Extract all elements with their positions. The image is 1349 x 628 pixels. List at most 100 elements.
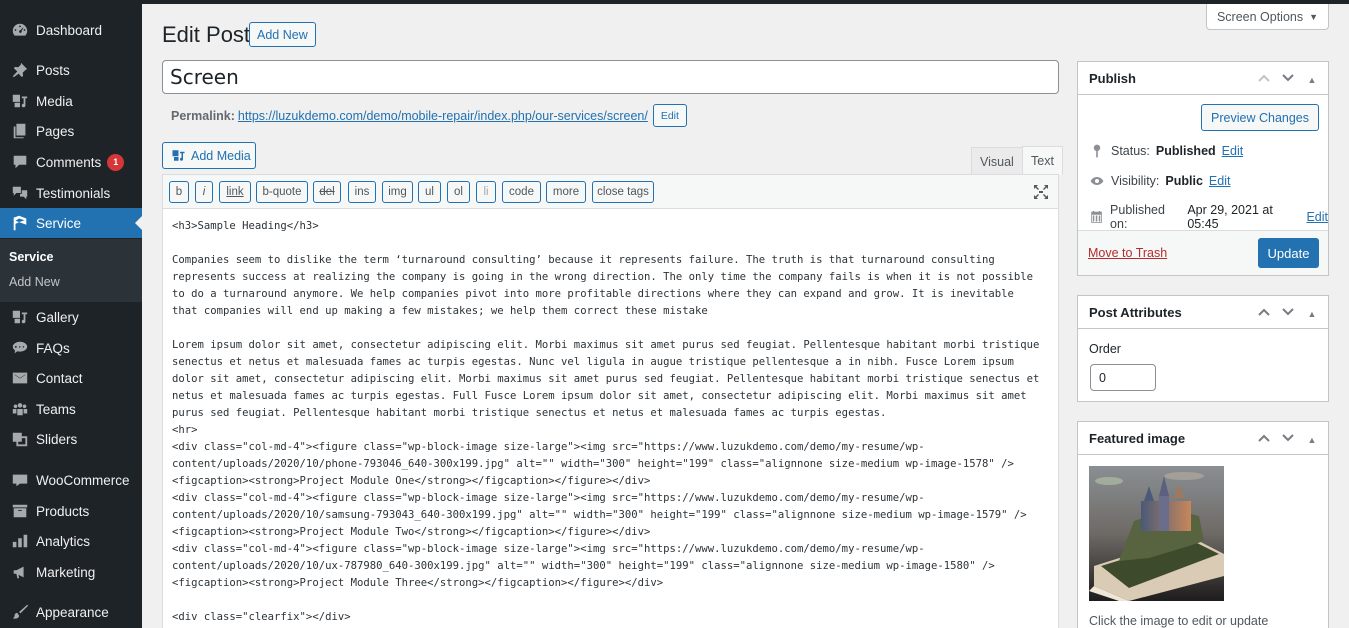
sidebar-item-label: Appearance <box>36 604 109 620</box>
sidebar-item-testimonials[interactable]: Testimonials <box>0 178 142 208</box>
faq-icon <box>0 339 36 357</box>
tab-text[interactable]: Text <box>1022 146 1063 175</box>
quicktag-bold-button[interactable]: b <box>169 181 189 203</box>
order-label: Order <box>1089 342 1121 356</box>
add-media-label: Add Media <box>191 148 251 163</box>
status-edit-link[interactable]: Edit <box>1222 144 1244 158</box>
quicktag-ol-button[interactable]: ol <box>447 181 470 203</box>
sidebar-item-posts[interactable]: Posts <box>0 55 142 85</box>
post-attributes-box: Post Attributes ▲ Order 0 <box>1077 295 1329 402</box>
fullscreen-icon[interactable] <box>1033 184 1049 200</box>
order-input[interactable]: 0 <box>1090 364 1156 391</box>
sidebar-item-teams[interactable]: Teams <box>0 394 142 424</box>
permalink-label: Permalink: <box>171 108 235 123</box>
quicktag-code-button[interactable]: code <box>502 181 541 203</box>
sidebar-item-faqs[interactable]: FAQs <box>0 333 142 363</box>
featured-image-thumbnail[interactable] <box>1089 466 1224 601</box>
visibility-value: Public <box>1165 174 1203 188</box>
brush-icon <box>0 603 36 621</box>
gallery-icon <box>0 308 36 326</box>
media-icon <box>0 92 36 110</box>
sidebar-item-label: Marketing <box>36 564 96 580</box>
sidebar-item-pages[interactable]: Pages <box>0 116 142 146</box>
move-to-trash-link[interactable]: Move to Trash <box>1088 246 1167 260</box>
move-up-icon[interactable] <box>1256 71 1272 88</box>
featured-image-box: Featured image ▲ Click the image to edit… <box>1077 421 1329 628</box>
bar-chart-icon <box>0 532 36 550</box>
sidebar-item-label: Products <box>36 503 90 519</box>
tab-visual[interactable]: Visual <box>971 147 1023 175</box>
slides-icon <box>0 430 36 448</box>
sidebar-item-label: Comments <box>36 154 102 170</box>
permalink-url-link[interactable]: https://luzukdemo.com/demo/mobile-repair… <box>238 109 648 123</box>
sidebar-item-service[interactable]: Service <box>0 208 142 238</box>
quicktag-ul-button[interactable]: ul <box>418 181 441 203</box>
permalink: Permalink: https://luzukdemo.com/demo/mo… <box>171 104 687 127</box>
sidebar-item-woocommerce[interactable]: WooCommerce <box>0 465 142 495</box>
groups-icon <box>0 400 36 418</box>
sidebar-item-label: Teams <box>36 401 76 417</box>
quicktags-toolbar: b i link b-quote del ins img ul ol li co… <box>163 175 1058 209</box>
move-down-icon[interactable] <box>1280 71 1296 88</box>
caret-down-icon: ▼ <box>1309 11 1319 22</box>
status-label: Status: <box>1111 144 1150 158</box>
publish-actions: Move to Trash Update <box>1078 230 1328 275</box>
quicktag-img-button[interactable]: img <box>382 181 413 203</box>
content-textarea[interactable]: <h3>Sample Heading</h3> Companies seem t… <box>163 209 1058 628</box>
sidebar-item-label: Media <box>36 93 73 109</box>
quicktag-more-button[interactable]: more <box>546 181 586 203</box>
screen-options-button[interactable]: Screen Options ▼ <box>1206 4 1329 30</box>
permalink-edit-button[interactable]: Edit <box>652 104 687 127</box>
published-on-edit-link[interactable]: Edit <box>1306 210 1328 224</box>
sidebar-item-label: Dashboard <box>36 22 103 38</box>
quicktag-close-tags-button[interactable]: close tags <box>592 181 654 203</box>
sidebar-item-analytics[interactable]: Analytics <box>0 526 142 556</box>
quicktag-link-button[interactable]: link <box>219 181 251 203</box>
visibility-edit-link[interactable]: Edit <box>1209 174 1231 188</box>
pin-icon <box>1093 144 1101 158</box>
sidebar-item-appearance[interactable]: Appearance <box>0 597 142 627</box>
quicktag-bquote-button[interactable]: b-quote <box>256 181 308 203</box>
quicktag-li-button[interactable]: li <box>476 181 496 203</box>
move-down-icon[interactable] <box>1280 305 1296 322</box>
pin-icon <box>0 61 36 79</box>
sidebar-item-marketing[interactable]: Marketing <box>0 557 142 587</box>
add-new-button[interactable]: Add New <box>249 22 316 47</box>
update-button[interactable]: Update <box>1258 238 1319 268</box>
visibility-label: Visibility: <box>1111 174 1160 188</box>
featured-image-caption: Click the image to edit or update <box>1089 614 1269 628</box>
quicktag-ins-button[interactable]: ins <box>348 181 376 203</box>
quicktag-italic-button[interactable]: i <box>195 181 213 203</box>
move-up-icon[interactable] <box>1256 431 1272 448</box>
publish-box-title: Publish <box>1089 70 1136 86</box>
sidebar-item-gallery[interactable]: Gallery <box>0 302 142 332</box>
quicktag-del-button[interactable]: del <box>313 181 341 203</box>
post-title-input[interactable]: Screen <box>162 60 1059 94</box>
publish-box: Publish ▲ Preview Changes Status: Publis… <box>1077 61 1329 276</box>
submenu-item-add-new[interactable]: Add New <box>9 275 60 289</box>
add-media-button[interactable]: Add Media <box>162 142 256 169</box>
pages-icon <box>0 122 36 140</box>
graduation-cap-icon <box>0 214 36 232</box>
sidebar-item-products[interactable]: Products <box>0 496 142 526</box>
testimonials-icon <box>0 184 36 202</box>
sidebar-item-dashboard[interactable]: Dashboard <box>0 15 142 45</box>
text-editor: b i link b-quote del ins img ul ol li co… <box>162 174 1059 628</box>
admin-sidebar: Dashboard Posts Media Pages Comments 1 T… <box>0 0 142 628</box>
visibility-row: Visibility: Public Edit <box>1089 173 1230 189</box>
preview-changes-button[interactable]: Preview Changes <box>1201 104 1319 131</box>
sidebar-item-label: Gallery <box>36 309 79 325</box>
sidebar-item-media[interactable]: Media <box>0 86 142 116</box>
toggle-panel-icon[interactable]: ▲ <box>1304 435 1320 445</box>
sidebar-item-label: FAQs <box>36 340 70 356</box>
post-attributes-title: Post Attributes <box>1089 304 1182 320</box>
sidebar-item-comments[interactable]: Comments 1 <box>0 147 142 177</box>
toggle-panel-icon[interactable]: ▲ <box>1304 75 1320 85</box>
sidebar-item-label: Sliders <box>36 431 78 447</box>
move-down-icon[interactable] <box>1280 431 1296 448</box>
sidebar-item-sliders[interactable]: Sliders <box>0 424 142 454</box>
move-up-icon[interactable] <box>1256 305 1272 322</box>
toggle-panel-icon[interactable]: ▲ <box>1304 309 1320 319</box>
submenu-item-service[interactable]: Service <box>9 250 53 264</box>
sidebar-item-contact[interactable]: Contact <box>0 363 142 393</box>
